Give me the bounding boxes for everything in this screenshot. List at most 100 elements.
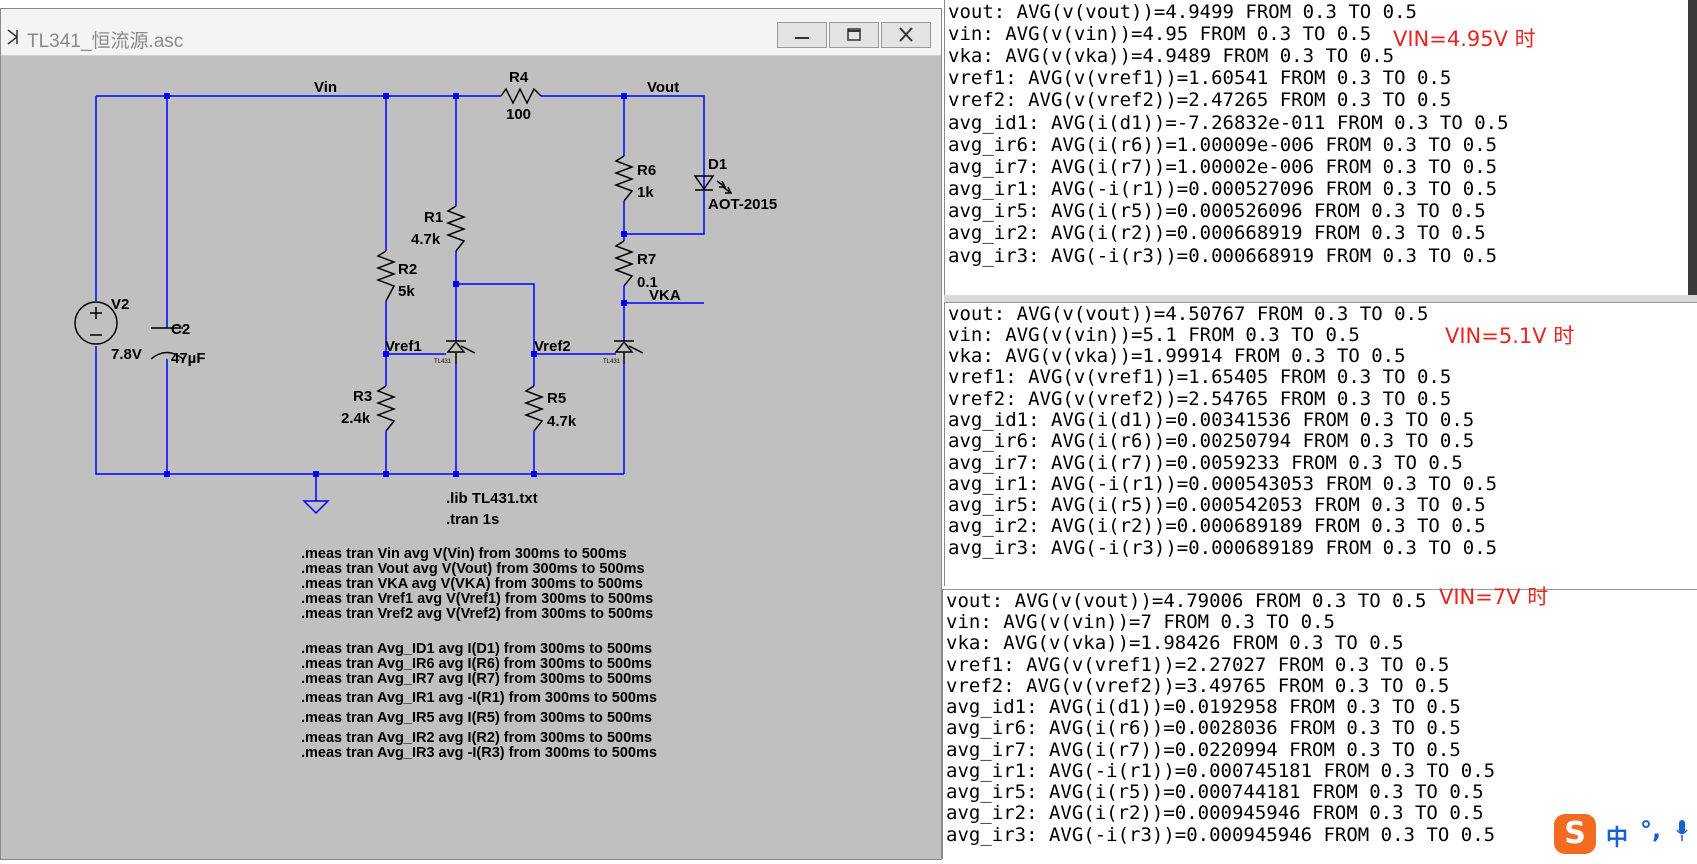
schematic-canvas[interactable]: Vin Vout VKA Vref1 Vref2 R4 100 R6 1k R7… — [1, 56, 941, 859]
result-line: vref1: AVG(v(vref1))=2.27027 FROM 0.3 TO… — [946, 654, 1450, 676]
u2-label: TL431 — [603, 359, 621, 365]
result-line: vout: AVG(v(vout))=4.50767 FROM 0.3 TO 0… — [948, 303, 1429, 325]
resistor-r4 — [500, 87, 542, 105]
result-line: avg_ir1: AVG(-i(r1))=0.000745181 FROM 0.… — [946, 760, 1496, 782]
meas-command: .meas tran Avg_IR3 avg -I(R3) from 300ms… — [301, 745, 657, 761]
ime-language-toggle[interactable]: 中 — [1606, 820, 1628, 852]
vin-annotation: VIN=5.1V 时 — [1445, 324, 1575, 348]
result-line: avg_ir3: AVG(-i(r3))=0.000689189 FROM 0.… — [948, 537, 1498, 559]
meas-command: .meas tran Vref1 avg V(Vref1) from 300ms… — [301, 591, 653, 607]
result-line: avg_id1: AVG(i(d1))=0.0192958 FROM 0.3 T… — [946, 696, 1461, 718]
result-line: avg_ir6: AVG(i(r6))=1.00009e-006 FROM 0.… — [948, 134, 1498, 156]
result-line: vref2: AVG(v(vref2))=2.54765 FROM 0.3 TO… — [948, 388, 1452, 410]
c2-name: C2 — [171, 321, 190, 338]
led-d1 — [693, 175, 733, 194]
ime-toolbar[interactable]: S 中 °, — [1548, 810, 1697, 858]
resistor-r2 — [375, 250, 397, 302]
meas-command: .meas tran Vin avg V(Vin) from 300ms to … — [301, 546, 627, 562]
result-line: vout: AVG(v(vout))=4.9499 FROM 0.3 TO 0.… — [948, 1, 1417, 23]
result-line: avg_id1: AVG(i(d1))=0.00341536 FROM 0.3 … — [948, 409, 1475, 431]
results-panel-vin-4.95: vout: AVG(v(vout))=4.9499 FROM 0.3 TO 0.… — [944, 0, 1690, 295]
result-line: avg_ir5: AVG(i(r5))=0.000542053 FROM 0.3… — [948, 494, 1486, 516]
maximize-button[interactable] — [829, 22, 879, 48]
d1-name: D1 — [708, 156, 727, 173]
result-line: vref1: AVG(v(vref1))=1.60541 FROM 0.3 TO… — [948, 67, 1452, 89]
r5-name: R5 — [547, 390, 566, 407]
result-line: avg_ir6: AVG(i(r6))=0.00250794 FROM 0.3 … — [948, 430, 1475, 452]
result-line: vka: AVG(v(vka))=1.98426 FROM 0.3 TO 0.5 — [946, 632, 1404, 654]
r2-value: 5k — [398, 283, 415, 300]
lib-directive: .lib TL431.txt — [446, 490, 538, 507]
close-icon — [899, 27, 913, 42]
net-label-vref1: Vref1 — [385, 338, 422, 355]
result-line: avg_ir2: AVG(i(r2))=0.000689189 FROM 0.3… — [948, 515, 1486, 537]
result-line: vin: AVG(v(vin))=4.95 FROM 0.3 TO 0.5 — [948, 23, 1372, 45]
minimize-button[interactable] — [777, 22, 827, 48]
result-line: vref2: AVG(v(vref2))=3.49765 FROM 0.3 TO… — [946, 675, 1450, 697]
meas-command: .meas tran Avg_ID1 avg I(D1) from 300ms … — [301, 641, 652, 657]
meas-command: .meas tran Avg_IR2 avg I(R2) from 300ms … — [301, 730, 652, 746]
r1-value: 4.7k — [411, 231, 441, 248]
v2-name: V2 — [111, 296, 129, 313]
r6-value: 1k — [637, 184, 654, 201]
r3-name: R3 — [353, 388, 372, 405]
ltspice-window: TL341_恒流源.asc Vin Vout VKA Vref1 Vref2 R… — [0, 8, 942, 860]
window-title: TL341_恒流源.asc — [27, 31, 184, 52]
resistor-r1 — [445, 205, 467, 252]
r6-name: R6 — [637, 162, 656, 179]
meas-command: .meas tran Avg_IR6 avg I(R6) from 300ms … — [301, 656, 652, 672]
result-line: avg_ir7: AVG(i(r7))=1.00002e-006 FROM 0.… — [948, 156, 1498, 178]
v2-value: 7.8V — [111, 346, 142, 363]
net-label-vout: Vout — [647, 79, 679, 96]
result-line: vin: AVG(v(vin))=7 FROM 0.3 TO 0.5 — [946, 611, 1335, 633]
result-line: vka: AVG(v(vka))=4.9489 FROM 0.3 TO 0.5 — [948, 45, 1395, 67]
maximize-icon — [847, 28, 861, 41]
panel-divider — [944, 295, 1697, 302]
meas-command: .meas tran Avg_IR7 avg I(R7) from 300ms … — [301, 671, 652, 687]
meas-commands: .meas tran Vin avg V(Vin) from 300ms to … — [301, 546, 657, 761]
r2-name: R2 — [398, 261, 417, 278]
net-label-vin: Vin — [314, 79, 337, 96]
result-line: avg_ir2: AVG(i(r2))=0.000668919 FROM 0.3… — [948, 222, 1486, 244]
c2-value: 47µF — [171, 350, 206, 367]
u1-label: TL431 — [434, 359, 452, 365]
result-line: vin: AVG(v(vin))=5.1 FROM 0.3 TO 0.5 — [948, 324, 1360, 346]
close-button[interactable] — [881, 22, 931, 48]
net-label-vref2: Vref2 — [534, 338, 571, 355]
ground-symbol — [302, 500, 330, 515]
r7-name: R7 — [637, 251, 656, 268]
vin-annotation: VIN=7V 时 — [1439, 585, 1549, 609]
resistor-r6 — [613, 155, 635, 202]
resistor-r7 — [613, 240, 635, 287]
result-line: avg_ir5: AVG(i(r5))=0.000526096 FROM 0.3… — [948, 200, 1486, 222]
panel-scrollbar[interactable] — [1688, 0, 1697, 295]
result-line: avg_ir3: AVG(-i(r3))=0.000945946 FROM 0.… — [946, 824, 1496, 846]
r4-name: R4 — [509, 69, 529, 86]
title-bar[interactable]: TL341_恒流源.asc — [1, 9, 941, 56]
d1-value: AOT-2015 — [708, 196, 777, 213]
result-line: vref2: AVG(v(vref2))=2.47265 FROM 0.3 TO… — [948, 89, 1452, 111]
result-line: avg_ir7: AVG(i(r7))=0.0059233 FROM 0.3 T… — [948, 452, 1463, 474]
minimize-icon — [795, 37, 809, 39]
resistors — [375, 87, 635, 432]
ltspice-app-icon — [7, 29, 19, 45]
result-line: avg_ir1: AVG(-i(r1))=0.000527096 FROM 0.… — [948, 178, 1498, 200]
ime-punctuation-toggle[interactable]: °, — [1640, 816, 1661, 844]
result-line: avg_ir3: AVG(-i(r3))=0.000668919 FROM 0.… — [948, 245, 1498, 267]
microphone-icon[interactable] — [1676, 820, 1688, 842]
result-line: vka: AVG(v(vka))=1.99914 FROM 0.3 TO 0.5 — [948, 345, 1406, 367]
result-line: vref1: AVG(v(vref1))=1.65405 FROM 0.3 TO… — [948, 366, 1452, 388]
tran-directive: .tran 1s — [446, 511, 499, 528]
result-line: avg_ir6: AVG(i(r6))=0.0028036 FROM 0.3 T… — [946, 717, 1461, 739]
r1-name: R1 — [424, 209, 443, 226]
vin-annotation: VIN=4.95V 时 — [1393, 27, 1536, 51]
result-line: avg_ir7: AVG(i(r7))=0.0220994 FROM 0.3 T… — [946, 739, 1461, 761]
resistor-r3 — [375, 385, 397, 432]
r3-value: 2.4k — [341, 410, 371, 427]
r4-value: 100 — [506, 106, 531, 123]
sogou-logo-icon[interactable]: S — [1554, 814, 1596, 854]
results-panel-vin-5.1: vout: AVG(v(vout))=4.50767 FROM 0.3 TO 0… — [944, 302, 1697, 586]
result-line: avg_ir5: AVG(i(r5))=0.000744181 FROM 0.3… — [946, 781, 1484, 803]
meas-command: .meas tran Vout avg V(Vout) from 300ms t… — [301, 561, 645, 577]
result-line: vout: AVG(v(vout))=4.79006 FROM 0.3 TO 0… — [946, 590, 1427, 612]
